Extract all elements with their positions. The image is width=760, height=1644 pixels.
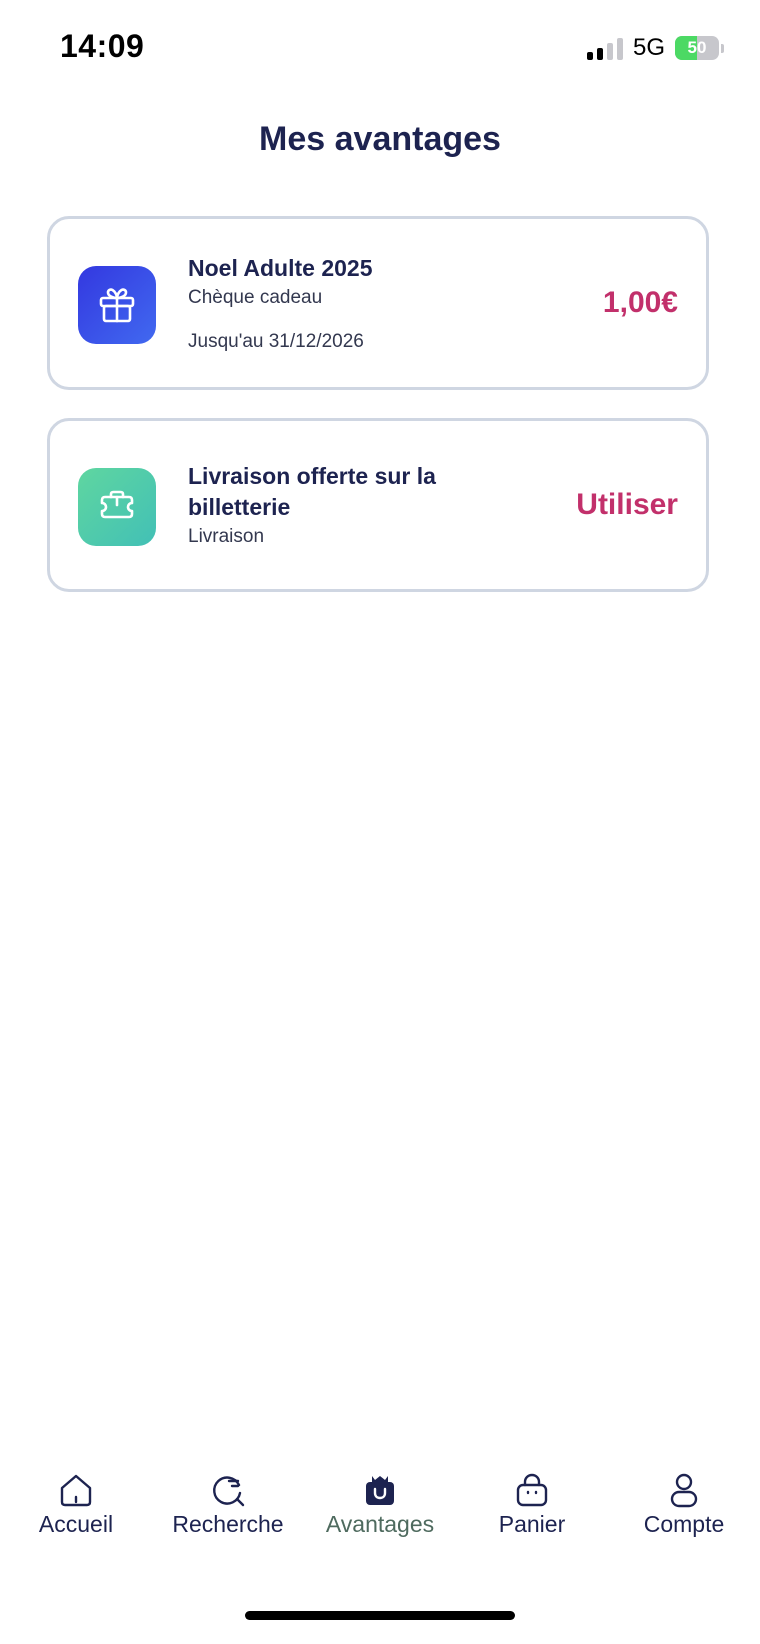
tab-label: Compte: [643, 1511, 725, 1537]
benefit-validity: Jusqu'au 31/12/2026: [188, 331, 364, 352]
tab-compte[interactable]: Compte: [608, 1470, 760, 1538]
bottom-tab-bar: Accueil Recherche Avantages Panier Compt…: [0, 1470, 760, 1590]
tab-label: Avantages: [325, 1511, 435, 1537]
status-bar: 14:09 5G 50: [0, 0, 760, 96]
benefit-details: Noel Adulte 2025 Chèque cadeau Jusqu'au …: [188, 253, 518, 353]
bag-icon: [512, 1470, 552, 1510]
benefit-type: Chèque cadeau: [188, 287, 323, 308]
tab-accueil[interactable]: Accueil: [0, 1470, 152, 1538]
tab-recherche[interactable]: Recherche: [152, 1470, 304, 1538]
cellular-signal-icon: [586, 36, 623, 60]
gift-icon: [78, 266, 156, 344]
benefit-card-gift-voucher[interactable]: Noel Adulte 2025 Chèque cadeau Jusqu'au …: [47, 216, 709, 390]
benefit-amount: 1,00€: [602, 286, 678, 319]
home-icon: [56, 1470, 96, 1510]
tab-avantages[interactable]: Avantages: [304, 1470, 456, 1538]
battery-icon: 50: [675, 36, 719, 60]
tab-panier[interactable]: Panier: [456, 1470, 608, 1538]
benefit-title: Livraison offerte sur la billetterie: [188, 463, 436, 520]
home-indicator: [245, 1611, 515, 1620]
tab-label: Panier: [498, 1511, 566, 1537]
status-time: 14:09: [60, 28, 145, 64]
tab-label: Recherche: [172, 1511, 284, 1537]
status-indicators: 5G 50: [586, 34, 724, 62]
benefit-details: Livraison offerte sur la billetterie Liv…: [188, 461, 518, 548]
benefit-card-free-delivery[interactable]: Livraison offerte sur la billetterie Liv…: [47, 418, 709, 592]
use-benefit-button[interactable]: Utiliser: [576, 421, 678, 589]
network-type: 5G: [632, 34, 665, 61]
benefit-type: Livraison: [188, 526, 265, 547]
user-icon: [664, 1470, 704, 1510]
search-icon: [208, 1470, 248, 1510]
gift-icon: [360, 1470, 400, 1510]
battery-level: 50: [687, 38, 707, 57]
page-title: Mes avantages: [259, 120, 501, 158]
benefit-title: Noel Adulte 2025: [188, 255, 373, 281]
tab-label: Accueil: [38, 1511, 114, 1537]
battery-tip: [721, 43, 724, 53]
ticket-icon: [78, 468, 156, 546]
